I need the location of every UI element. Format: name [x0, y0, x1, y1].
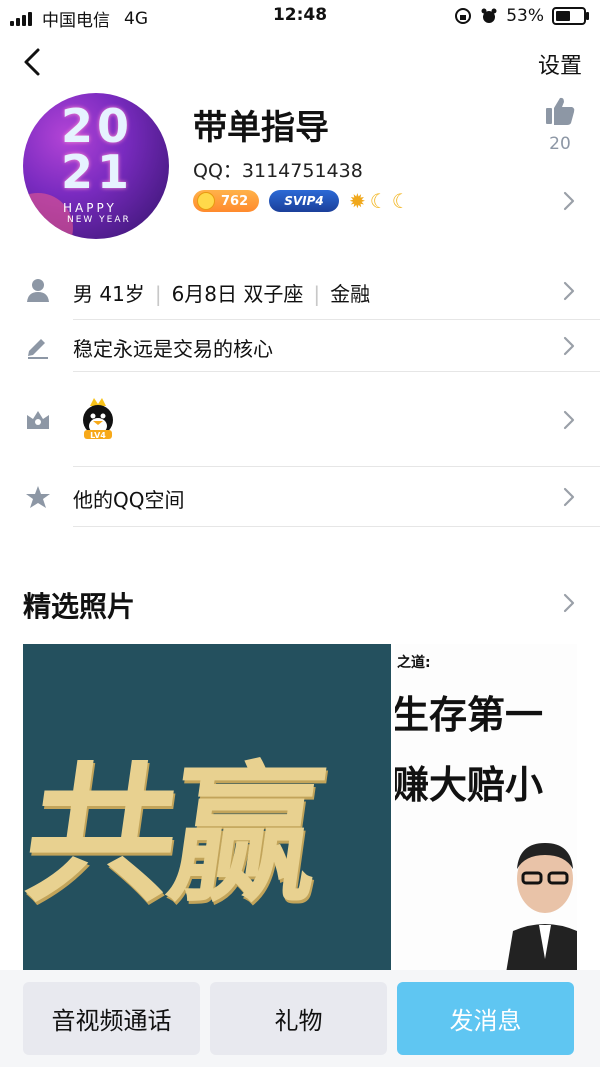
avatar-year-bottom: 21	[61, 145, 134, 199]
photo-caption: 之道:	[397, 655, 431, 671]
featured-photos-title[interactable]: 精选照片	[23, 585, 135, 625]
signature-row[interactable]: 稳定永远是交易的核心	[0, 320, 600, 372]
info-text: 男 41岁 | 6月8日 双子座 | 金融	[73, 278, 370, 307]
qzone-text: 他的QQ空间	[73, 488, 185, 512]
sun-level-icon: ✹	[349, 189, 366, 213]
back-chevron-icon[interactable]	[18, 42, 50, 82]
star-icon	[26, 486, 50, 508]
avatar-decoration	[23, 193, 73, 239]
moon-level-icon: ☾	[391, 189, 410, 213]
bottom-action-bar: 音视频通话 礼物 发消息	[0, 970, 600, 1067]
divider: |	[313, 282, 321, 306]
svip-badge-label: SVIP4	[284, 194, 324, 208]
qq-penguin-lv4-icon: LV4	[83, 398, 113, 440]
send-message-button[interactable]: 发消息	[397, 982, 574, 1055]
photo-caption: 生存第一	[395, 692, 544, 737]
info-row[interactable]: 男 41岁 | 6月8日 双子座 | 金融	[0, 265, 600, 320]
row-divider	[73, 526, 600, 527]
settings-button[interactable]: 设置	[538, 48, 582, 80]
signature-text: 稳定永远是交易的核心	[73, 337, 273, 361]
alarm-icon	[481, 8, 497, 23]
qzone-row[interactable]: 他的QQ空间	[0, 467, 600, 527]
divider: |	[154, 282, 162, 306]
avatar-happy-text: HAPPY	[63, 201, 117, 215]
nav-bar: 设置	[0, 40, 600, 84]
like-count: 20	[549, 134, 571, 154]
person-portrait	[505, 843, 577, 974]
pencil-icon	[28, 339, 48, 359]
photo-thumbnail[interactable]: 共赢	[23, 644, 391, 974]
thumbs-up-icon	[546, 97, 575, 125]
pendant-row[interactable]: LV4	[0, 372, 600, 467]
coin-badge[interactable]: 762	[193, 190, 259, 212]
photo-caption: 赚大赔小	[395, 762, 544, 807]
chevron-right-icon[interactable]	[562, 189, 576, 213]
chevron-right-icon	[563, 336, 575, 356]
battery-icon	[552, 7, 589, 25]
chevron-right-icon	[563, 410, 575, 430]
photo-thumbnail[interactable]: 之道: 生存第一 赚大赔小	[395, 644, 577, 974]
chevron-right-icon	[563, 281, 575, 301]
coin-badge-value: 762	[221, 193, 249, 209]
person-icon	[27, 279, 49, 302]
qq-number: QQ：3114751438	[193, 160, 363, 182]
photo-calligraphy-text: 共赢	[23, 747, 328, 923]
avatar[interactable]: 20 21 HAPPY NEW YEAR	[23, 93, 169, 239]
video-call-button[interactable]: 音视频通话	[23, 982, 200, 1055]
crown-box-icon	[27, 411, 49, 429]
industry-text: 金融	[330, 282, 371, 306]
status-bar: 中国电信 4G 12:48 53%	[0, 0, 600, 32]
rotation-lock-icon	[455, 8, 472, 24]
level-icons[interactable]: ✹ ☾ ☾	[349, 189, 410, 213]
chevron-right-icon	[563, 487, 575, 507]
svip-badge[interactable]: SVIP4	[269, 190, 339, 212]
avatar-year-top: 20	[61, 99, 134, 153]
gift-button[interactable]: 礼物	[210, 982, 387, 1055]
like-button[interactable]: 20	[544, 96, 576, 154]
profile-name: 带单指导	[193, 108, 329, 148]
svg-text:LV4: LV4	[90, 431, 106, 440]
avatar-newyear-text: NEW YEAR	[67, 215, 131, 225]
coin-icon	[197, 192, 215, 210]
badge-row[interactable]: 762 SVIP4 ✹ ☾ ☾	[193, 189, 410, 213]
battery-percent: 53%	[506, 6, 544, 26]
moon-level-icon: ☾	[369, 189, 388, 213]
status-right: 53%	[454, 6, 589, 26]
gender-age-text: 男 41岁	[73, 282, 145, 306]
birthday-text: 6月8日 双子座	[171, 282, 304, 306]
avatar-year: 20 21	[61, 103, 133, 195]
chevron-right-icon[interactable]	[562, 591, 576, 615]
